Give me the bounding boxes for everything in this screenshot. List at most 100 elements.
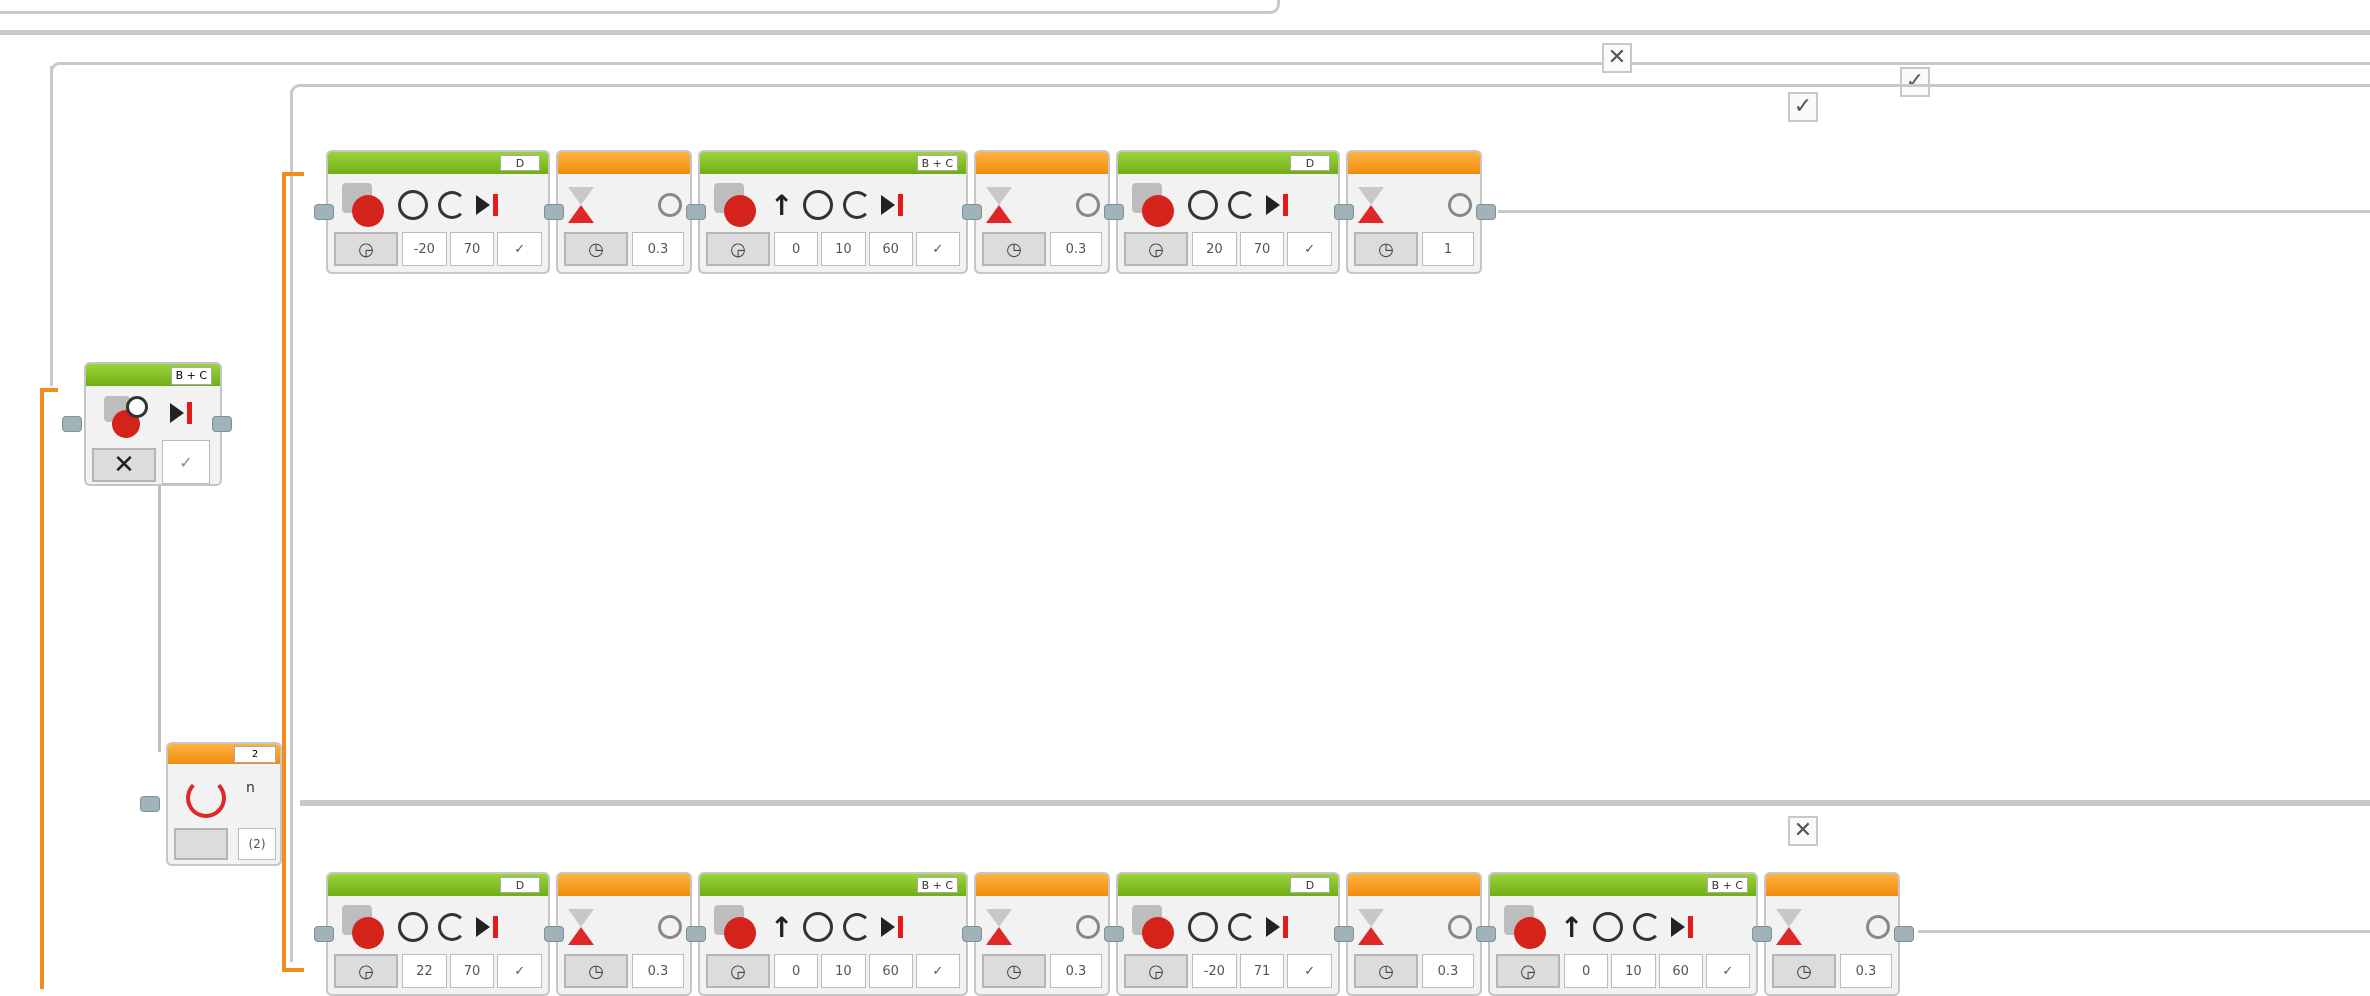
value-field[interactable]: 0.3 — [632, 954, 684, 988]
value-field[interactable]: 70 — [449, 954, 495, 988]
stopwatch-icon — [1866, 915, 1890, 939]
wait-block[interactable]: ◷ 0.3 — [974, 150, 1110, 274]
case-check-marker-top[interactable]: ✓ — [1788, 92, 1818, 122]
wait-block[interactable]: ◷ 0.3 — [556, 872, 692, 996]
value-field[interactable]: ✓ — [497, 954, 543, 988]
steer-loop-wire — [158, 486, 161, 752]
motor-block[interactable]: D ◶ 20 70 ✓ — [1116, 150, 1340, 274]
loop-in-connector — [140, 796, 160, 812]
wait-block[interactable]: ◷ 0.3 — [1346, 872, 1482, 996]
steering-motor-icon — [102, 392, 152, 440]
mode-button[interactable]: ✕ — [92, 448, 156, 482]
wait-block[interactable]: ◷ 0.3 — [1764, 872, 1900, 996]
value-field[interactable]: 71 — [1239, 954, 1285, 988]
inner-orange-wire — [282, 172, 286, 972]
inner-switch-corner — [290, 84, 304, 98]
value-field[interactable]: ✓ — [1705, 954, 1750, 988]
in-connector — [1104, 204, 1124, 220]
value-field[interactable]: 60 — [868, 232, 913, 266]
value-field[interactable]: 10 — [821, 954, 866, 988]
steering-block[interactable]: B + C ↑ ◶ 0 10 60 ✓ — [1488, 872, 1758, 996]
motor-icon — [338, 181, 388, 229]
block-icons — [1128, 902, 1330, 952]
value-field[interactable]: 20 — [1192, 232, 1237, 266]
wait-block[interactable]: ◷ 0.3 — [556, 150, 692, 274]
mode-button[interactable]: ◷ — [982, 232, 1046, 266]
mode-button[interactable]: ◷ — [982, 954, 1046, 988]
in-connector — [1752, 926, 1772, 942]
value-field[interactable]: 0 — [774, 954, 819, 988]
block-values: 0 10 60 ✓ — [774, 954, 960, 988]
value-field[interactable]: ✓ — [497, 232, 543, 266]
block-values: 0.3 — [632, 232, 684, 266]
loop-mode-button[interactable] — [174, 828, 228, 860]
wait-block[interactable]: ◷ 0.3 — [974, 872, 1110, 996]
port-label[interactable]: D — [1290, 155, 1330, 171]
mode-button[interactable]: ◶ — [706, 954, 770, 988]
move-steering-block[interactable]: B + C ✕ ✓ — [84, 362, 222, 486]
mode-button[interactable]: ◶ — [1124, 232, 1188, 266]
port-label[interactable]: B + C — [1706, 877, 1748, 893]
value-field[interactable]: 0 — [774, 232, 819, 266]
stopwatch-icon — [1076, 193, 1100, 217]
case-check-marker-right[interactable]: ✓ — [1900, 67, 1930, 97]
inner-switch-top — [300, 84, 2370, 87]
port-label[interactable]: D — [500, 877, 540, 893]
port-label[interactable]: D — [1290, 877, 1330, 893]
port-label[interactable]: B + C — [916, 877, 958, 893]
value-field[interactable]: 60 — [1658, 954, 1703, 988]
value-field[interactable]: ✓ — [1287, 954, 1333, 988]
steering-block[interactable]: B + C ↑ ◶ 0 10 60 ✓ — [698, 872, 968, 996]
motor-block[interactable]: D ◶ -20 70 ✓ — [326, 150, 550, 274]
motor-block[interactable]: D ◶ 22 70 ✓ — [326, 872, 550, 996]
out-connector — [1476, 204, 1496, 220]
block-icons: ↑ — [710, 180, 958, 230]
value-field[interactable]: ✓ — [915, 954, 960, 988]
mode-button[interactable]: ◶ — [1124, 954, 1188, 988]
block-header — [558, 874, 690, 896]
value-field[interactable]: 1 — [1422, 232, 1474, 266]
value-field[interactable]: 0 — [1564, 954, 1609, 988]
loop-block[interactable]: 2 n (2) — [166, 742, 282, 866]
value-field[interactable]: 10 — [821, 232, 866, 266]
wait-block[interactable]: ◷ 1 — [1346, 150, 1482, 274]
mode-button[interactable]: ◷ — [564, 954, 628, 988]
value-field[interactable]: 0.3 — [1840, 954, 1892, 988]
value-field[interactable]: ✓ — [1287, 232, 1333, 266]
steering-block[interactable]: B + C ↑ ◶ 0 10 60 ✓ — [698, 150, 968, 274]
port-label[interactable]: B + C — [170, 367, 212, 385]
loop-count-value[interactable]: (2) — [238, 828, 276, 860]
value-field[interactable]: -20 — [402, 232, 447, 266]
mode-button[interactable]: ◷ — [1354, 954, 1418, 988]
mode-button[interactable]: ◶ — [1496, 954, 1560, 988]
port-label[interactable]: B + C — [916, 155, 958, 171]
loop-icon — [186, 778, 226, 818]
arrow-up-icon: ↑ — [770, 910, 794, 944]
value-field[interactable]: 0.3 — [1050, 954, 1102, 988]
mode-button[interactable]: ◷ — [1772, 954, 1836, 988]
value-field[interactable]: 0.3 — [1050, 232, 1102, 266]
motor-block[interactable]: D ◶ -20 71 ✓ — [1116, 872, 1340, 996]
stopwatch-icon — [1448, 193, 1472, 217]
mode-button[interactable]: ◶ — [334, 232, 398, 266]
in-connector — [962, 926, 982, 942]
value-field[interactable]: 10 — [1611, 954, 1656, 988]
case-close-marker-lower[interactable]: ✕ — [1788, 816, 1818, 846]
mode-button[interactable]: ◷ — [1354, 232, 1418, 266]
mode-button[interactable]: ◶ — [706, 232, 770, 266]
case-close-marker[interactable]: ✕ — [1602, 43, 1632, 73]
block-values: -20 71 ✓ — [1192, 954, 1333, 988]
value-field[interactable]: ✓ — [915, 232, 960, 266]
value-field[interactable]: 70 — [449, 232, 495, 266]
motor-wheel — [352, 195, 384, 227]
value-field[interactable]: 70 — [1239, 232, 1285, 266]
value-field[interactable]: 0.3 — [1422, 954, 1474, 988]
value-field[interactable]: -20 — [1192, 954, 1237, 988]
value-field[interactable]: 60 — [868, 954, 913, 988]
mode-button[interactable]: ◶ — [334, 954, 398, 988]
value-field[interactable]: 22 — [402, 954, 447, 988]
brake-value[interactable]: ✓ — [162, 440, 210, 484]
port-label[interactable]: D — [500, 155, 540, 171]
mode-button[interactable]: ◷ — [564, 232, 628, 266]
value-field[interactable]: 0.3 — [632, 232, 684, 266]
